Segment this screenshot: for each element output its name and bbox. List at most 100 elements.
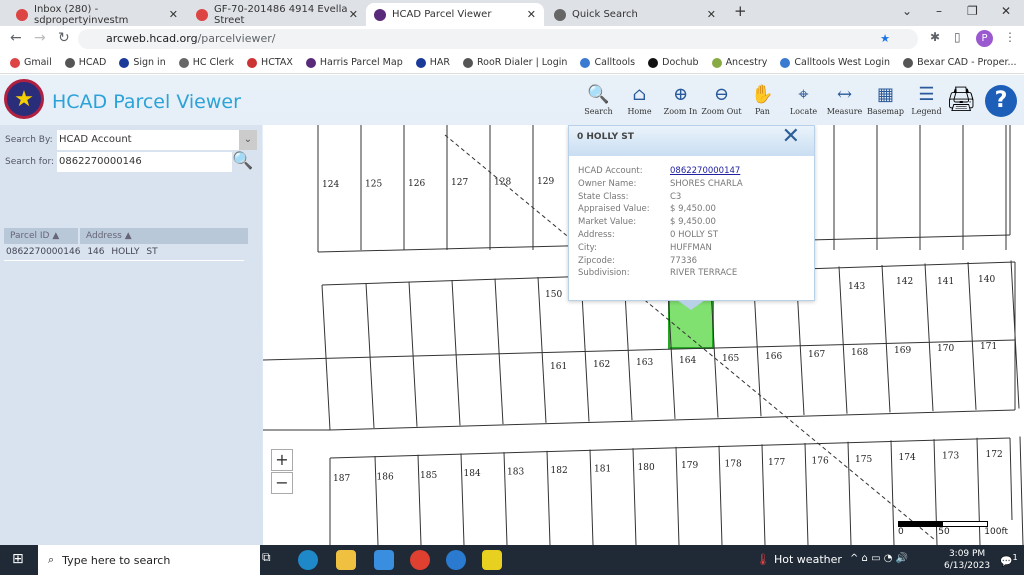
print-icon[interactable]: 🖨	[946, 85, 976, 113]
tab-search-icon[interactable]: ⌄	[902, 4, 912, 18]
zoom-in-button[interactable]: +	[271, 449, 293, 471]
result-row[interactable]: 0862270000146 146 HOLLY ST	[6, 247, 158, 257]
edge-icon[interactable]	[298, 550, 318, 570]
lot-number: 177	[768, 458, 785, 468]
app-icon[interactable]	[446, 550, 466, 570]
url-input[interactable]: arcweb.hcad.org/parcelviewer/ ★	[78, 29, 918, 49]
bookmark-item[interactable]: RooR Dialer | Login	[462, 57, 567, 68]
tool-legend[interactable]: ☰ Legend	[906, 83, 947, 116]
tool-search[interactable]: 🔍 Search	[578, 83, 619, 116]
parcel-map[interactable]: 124 125 126 127 128 129 161 162 163 164 165 166 167 1…	[263, 125, 1024, 545]
close-window-button[interactable]: ✕	[1001, 4, 1011, 18]
menu-icon[interactable]: ⋮	[1004, 30, 1016, 44]
mail-icon[interactable]	[374, 550, 394, 570]
address-column-header[interactable]: Address ▲	[80, 228, 248, 244]
tab-label: HCAD Parcel Viewer	[392, 9, 492, 20]
tool-zoom-out[interactable]: ⊖ Zoom Out	[701, 83, 742, 116]
bookmark-item[interactable]: Harris Parcel Map	[305, 57, 403, 68]
globe-icon	[554, 8, 566, 21]
bookmark-item[interactable]: HC Clerk	[178, 57, 234, 68]
chrome-icon[interactable]	[410, 550, 430, 570]
close-tab-icon[interactable]: ✕	[169, 8, 178, 21]
bookmark-icon	[780, 57, 791, 68]
bookmark-icon	[415, 57, 426, 68]
lot-number: 124	[322, 180, 339, 190]
side-panel-icon[interactable]: ▯	[954, 30, 961, 44]
bookmark-item[interactable]: Bexar CAD - Proper...	[903, 57, 1017, 68]
lot-number: 168	[851, 348, 868, 358]
bookmark-item[interactable]: HCAD	[64, 57, 106, 68]
bookmark-item[interactable]: Calltools West Login	[780, 57, 890, 68]
popup-field-value: RIVER TERRACE	[670, 268, 738, 279]
tool-label: Locate	[789, 107, 818, 116]
tool-label: Measure	[826, 107, 863, 116]
pan-icon: ✋	[751, 84, 774, 105]
forward-icon[interactable]: →	[34, 30, 46, 46]
notifications-icon[interactable]: 💬1	[1000, 552, 1018, 567]
tool-measure[interactable]: ↔ Measure	[824, 83, 865, 116]
search-icon[interactable]: 🔍	[232, 151, 253, 171]
bookmark-icon	[580, 57, 591, 68]
popup-field-value: 77336	[670, 255, 698, 266]
bookmark-item[interactable]: Dochub	[648, 57, 699, 68]
chevron-down-icon[interactable]: ⌄	[239, 130, 257, 150]
taskbar-search-placeholder: Type here to search	[62, 553, 171, 567]
bookmark-item[interactable]: HAR	[415, 57, 450, 68]
reload-icon[interactable]: ↻	[58, 30, 70, 46]
tab-inbox[interactable]: Inbox (280) - sdpropertyinvestm ✕	[8, 3, 186, 26]
bookmark-icon	[178, 57, 189, 68]
clock[interactable]: 3:09 PM 6/13/2023	[944, 548, 990, 572]
zoom-out-button[interactable]: −	[271, 472, 293, 494]
windows-start-icon[interactable]: ⊞	[12, 551, 24, 567]
new-tab-button[interactable]: +	[734, 2, 747, 20]
lot-number: 164	[679, 356, 696, 366]
bookmark-item[interactable]: Ancestry	[711, 57, 767, 68]
lot-number: 173	[942, 452, 959, 462]
help-icon[interactable]: ?	[985, 85, 1017, 117]
restore-button[interactable]: ❐	[967, 4, 978, 18]
tool-locate[interactable]: ⌖ Locate	[783, 83, 824, 116]
close-tab-icon[interactable]: ✕	[527, 8, 536, 21]
bookmark-item[interactable]: Gmail	[10, 57, 52, 68]
parcel-line	[408, 281, 418, 427]
app-icon[interactable]	[482, 550, 502, 570]
task-view-icon[interactable]: ⧉	[262, 550, 282, 570]
bookmark-item[interactable]: Calltools	[580, 57, 635, 68]
bookmark-star-icon[interactable]: ★	[880, 29, 890, 49]
profile-avatar[interactable]: P	[976, 30, 993, 47]
extensions-icon[interactable]: ✱	[930, 30, 940, 44]
close-tab-icon[interactable]: ✕	[707, 8, 716, 21]
tool-zoom-in[interactable]: ⊕ Zoom In	[660, 83, 701, 116]
popup-row: Subdivision: RIVER TERRACE	[569, 268, 814, 281]
taskbar-search[interactable]: ⌕ Type here to search	[38, 545, 260, 575]
weather-text[interactable]: Hot weather	[774, 553, 842, 566]
minimize-button[interactable]: –	[936, 4, 942, 18]
close-icon[interactable]: ✕	[782, 125, 800, 149]
back-icon[interactable]: ←	[10, 30, 22, 46]
tool-pan[interactable]: ✋ Pan	[742, 83, 783, 116]
file-explorer-icon[interactable]	[336, 550, 356, 570]
tab-gf[interactable]: GF-70-201486 4914 Evella Street ✕	[188, 3, 366, 26]
search-by-select[interactable]: HCAD Account ⌄	[57, 130, 257, 150]
lot-number: 167	[808, 350, 825, 360]
search-for-input[interactable]: 0862270000146	[57, 152, 232, 172]
popup-field-label: State Class:	[578, 191, 629, 202]
close-tab-icon[interactable]: ✕	[349, 8, 358, 21]
tab-quick-search[interactable]: Quick Search ✕	[546, 3, 724, 26]
bookmark-label: HAR	[429, 57, 450, 68]
url-path: /parcelviewer/	[197, 32, 276, 45]
tool-home[interactable]: ⌂ Home	[619, 83, 660, 116]
parcel-line	[761, 444, 766, 545]
parcel-id-column-header[interactable]: Parcel ID ▲	[4, 228, 78, 244]
tool-basemap[interactable]: ▦ Basemap	[865, 83, 906, 116]
parcel-line	[847, 441, 852, 545]
lot-number: 187	[333, 474, 350, 484]
hcad-account-link[interactable]: 0862270000147	[670, 166, 740, 179]
tab-hcad[interactable]: HCAD Parcel Viewer ✕	[366, 3, 544, 26]
parcel-line	[321, 284, 331, 431]
parcel-line	[374, 455, 379, 545]
bookmark-item[interactable]: HCTAX	[247, 57, 293, 68]
lot-number: 150	[545, 290, 562, 300]
bookmark-item[interactable]: Sign in	[119, 57, 166, 68]
system-tray-icons[interactable]: ^ ⌂ ▭ ◔ 🔊	[850, 553, 908, 564]
